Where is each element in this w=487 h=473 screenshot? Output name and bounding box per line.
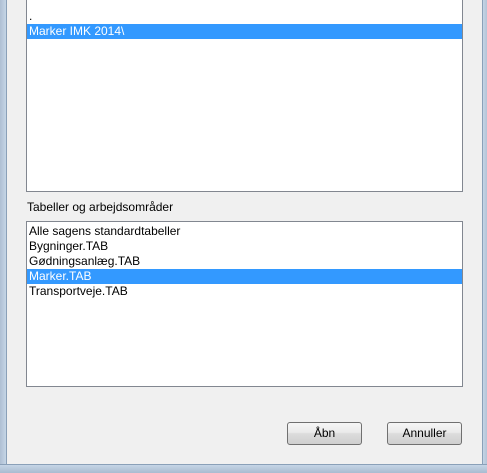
folder-list-item-selected[interactable]: Marker IMK 2014\ — [27, 24, 462, 39]
cancel-button[interactable]: Annuller — [387, 422, 462, 445]
dialog-body: . Marker IMK 2014\ Tabeller og arbejdsom… — [7, 0, 482, 464]
open-button[interactable]: Åbn — [287, 422, 362, 445]
table-list-item[interactable]: Bygninger.TAB — [27, 239, 462, 254]
folder-listbox[interactable]: . Marker IMK 2014\ — [26, 0, 463, 192]
table-list-item[interactable]: Transportveje.TAB — [27, 284, 462, 299]
window-frame-left — [0, 0, 7, 472]
folder-list-item[interactable]: . — [27, 9, 462, 24]
table-list-item-selected[interactable]: Marker.TAB — [27, 269, 462, 284]
window-frame-right — [482, 0, 487, 472]
table-list-item[interactable]: Alle sagens standardtabeller — [27, 224, 462, 239]
tables-listbox[interactable]: Alle sagens standardtabeller Bygninger.T… — [26, 221, 463, 387]
table-list-item[interactable]: Gødningsanlæg.TAB — [27, 254, 462, 269]
tables-section-label: Tabeller og arbejdsområder — [27, 200, 174, 214]
